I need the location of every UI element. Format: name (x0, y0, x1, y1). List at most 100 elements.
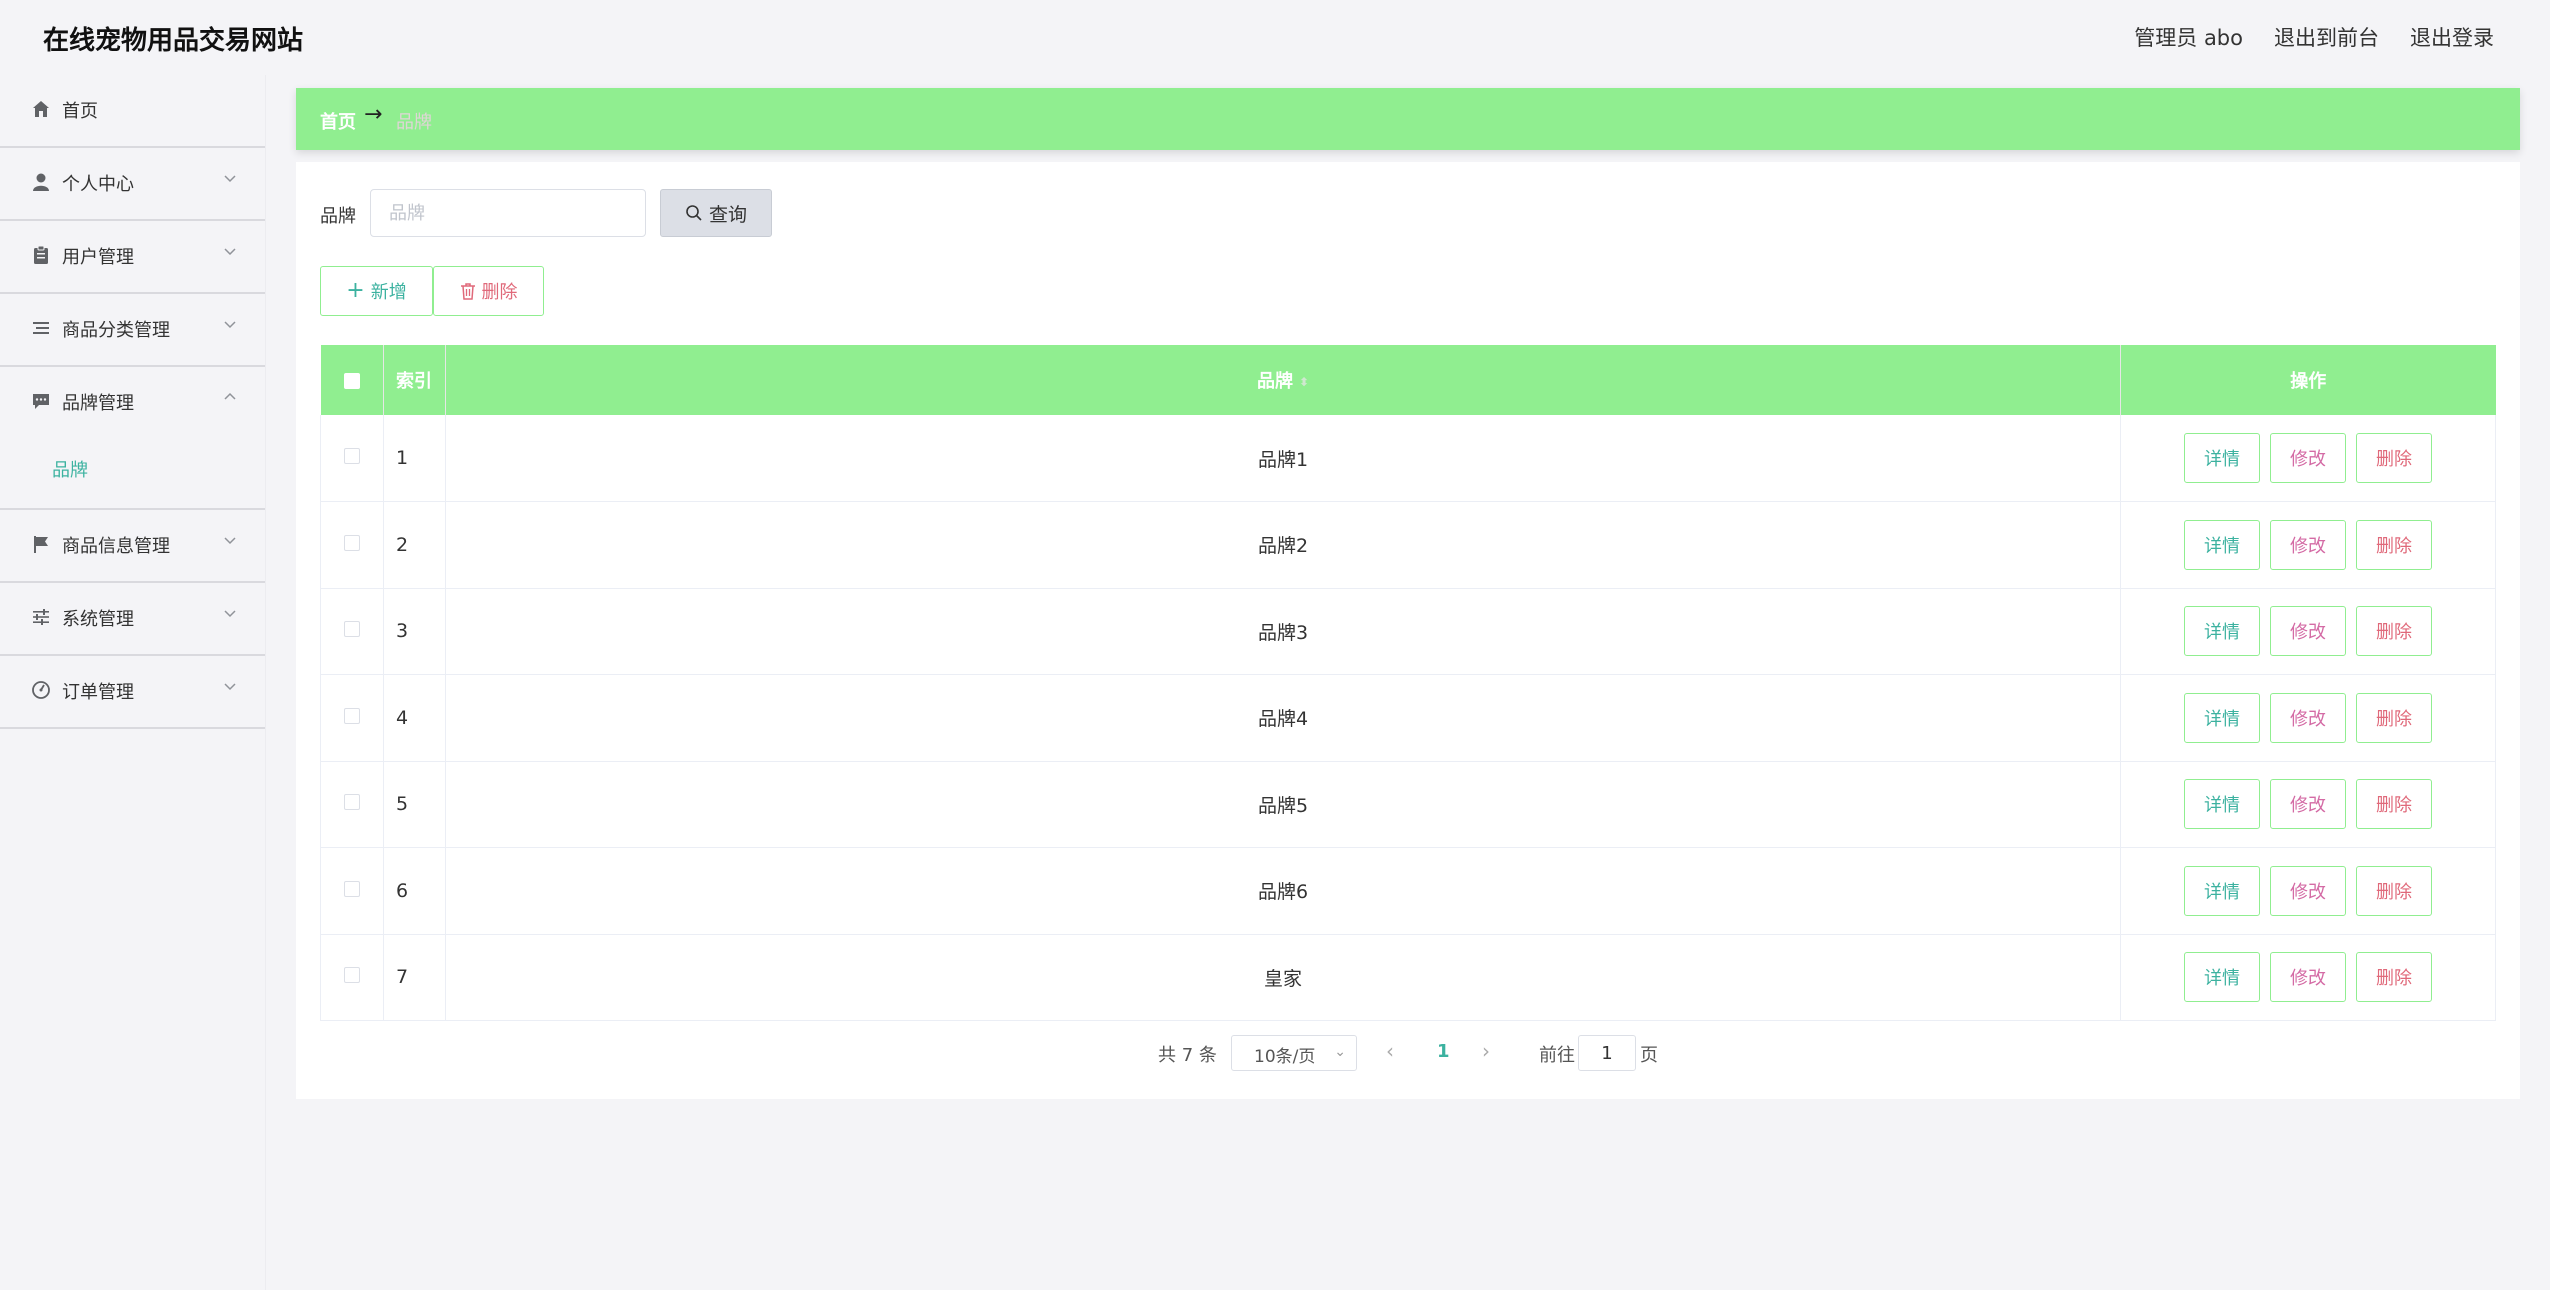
add-button-label: 新增 (370, 282, 407, 303)
sidebar-item-label: 商品分类管理 (62, 320, 170, 341)
row-ops: 详情 修改 删除 (2120, 761, 2496, 848)
page-suffix: 页 (1640, 1045, 1658, 1066)
sidebar-item-label: 订单管理 (62, 682, 134, 703)
sidebar-item-order-management[interactable]: 订单管理 (0, 656, 265, 729)
breadcrumb-current: 品牌 (396, 112, 432, 133)
sidebar-item-personal-center[interactable]: 个人中心 (0, 148, 265, 221)
chat-icon (33, 394, 49, 409)
row-brand: 品牌2 (445, 501, 2121, 588)
sidebar-item-system-management[interactable]: 系统管理 (0, 583, 265, 656)
row-ops: 详情 修改 删除 (2120, 588, 2496, 675)
detail-button[interactable]: 详情 (2184, 952, 2260, 1003)
row-select-cell (320, 415, 384, 502)
flag-icon (34, 536, 48, 553)
row-index: 6 (383, 847, 446, 934)
row-delete-button[interactable]: 删除 (2356, 692, 2432, 743)
sidebar-item-user-management[interactable]: 用户管理 (0, 221, 265, 294)
row-index: 1 (383, 415, 446, 502)
sort-caret-icon[interactable]: ⬍ (1299, 375, 1309, 389)
page-size-select[interactable]: 10条/页 ⌄ (1231, 1035, 1357, 1071)
table-row: 5 品牌5 详情 修改 删除 (320, 761, 2496, 848)
next-page-button[interactable]: › (1482, 1039, 1490, 1063)
sidebar-item-category-management[interactable]: 商品分类管理 (0, 294, 265, 367)
row-brand: 品牌1 (445, 415, 2121, 502)
chevron-up-icon (224, 392, 236, 400)
row-delete-button[interactable]: 删除 (2356, 519, 2432, 570)
sidebar-item-label: 商品信息管理 (62, 536, 170, 557)
logout-link[interactable]: 退出登录 (2410, 22, 2494, 52)
pagination-total: 共 7 条 (1158, 1045, 1217, 1066)
row-select-cell (320, 501, 384, 588)
sidebar-subitem-brand[interactable]: 品牌 (52, 456, 88, 482)
edit-button[interactable]: 修改 (2270, 865, 2346, 916)
chevron-down-icon (224, 537, 236, 545)
row-brand: 皇家 (445, 934, 2121, 1021)
page-size-value: 10条/页 (1254, 1047, 1316, 1067)
row-checkbox[interactable] (344, 621, 360, 638)
header-index: 索引 (383, 345, 446, 415)
sidebar-item-product-info-management[interactable]: 商品信息管理 (0, 510, 265, 583)
sidebar-item-home[interactable]: 首页 (0, 75, 265, 148)
delete-button-label: 删除 (481, 282, 518, 303)
page-number-1[interactable]: 1 (1437, 1041, 1450, 1062)
exit-to-front-link[interactable]: 退出到前台 (2274, 22, 2379, 52)
row-checkbox[interactable] (344, 534, 360, 551)
batch-delete-button[interactable]: 删除 (433, 266, 544, 316)
detail-button[interactable]: 详情 (2184, 779, 2260, 830)
sliders-icon (33, 609, 49, 625)
row-index: 7 (383, 934, 446, 1021)
chevron-down-icon (224, 321, 236, 329)
row-checkbox[interactable] (344, 794, 360, 811)
row-checkbox[interactable] (344, 967, 360, 984)
edit-button[interactable]: 修改 (2270, 433, 2346, 483)
edit-button[interactable]: 修改 (2270, 952, 2346, 1003)
table-row: 4 品牌4 详情 修改 删除 (320, 674, 2496, 761)
search-label: 品牌 (320, 206, 356, 227)
detail-button[interactable]: 详情 (2184, 606, 2260, 657)
chevron-down-icon (224, 175, 236, 183)
row-select-cell (320, 847, 384, 934)
goto-page-input[interactable] (1578, 1035, 1636, 1071)
row-brand: 品牌3 (445, 588, 2121, 675)
edit-button[interactable]: 修改 (2270, 692, 2346, 743)
chevron-down-icon (224, 610, 236, 618)
sidebar-item-brand-management[interactable]: 品牌管理 (0, 367, 265, 438)
row-delete-button[interactable]: 删除 (2356, 606, 2432, 657)
select-all-checkbox[interactable] (343, 372, 360, 389)
header-brand[interactable]: 品牌 ⬍ (445, 345, 2121, 415)
edit-button[interactable]: 修改 (2270, 519, 2346, 570)
add-button[interactable]: + 新增 (320, 266, 433, 316)
prev-page-button[interactable]: ‹ (1386, 1039, 1394, 1063)
select-all-cell (320, 345, 384, 415)
row-delete-button[interactable]: 删除 (2356, 779, 2432, 830)
row-delete-button[interactable]: 删除 (2356, 865, 2432, 916)
brand-search-input[interactable] (370, 189, 646, 237)
row-checkbox[interactable] (344, 880, 360, 897)
edit-button[interactable]: 修改 (2270, 606, 2346, 657)
row-checkbox[interactable] (344, 707, 360, 724)
row-select-cell (320, 761, 384, 848)
detail-button[interactable]: 详情 (2184, 519, 2260, 570)
breadcrumb-home-link[interactable]: 首页 (320, 108, 356, 134)
site-title: 在线宠物用品交易网站 (43, 26, 304, 56)
clipboard-icon (34, 245, 48, 264)
row-delete-button[interactable]: 删除 (2356, 952, 2432, 1003)
table-row: 1 品牌1 详情 修改 删除 (320, 415, 2496, 502)
row-delete-button[interactable]: 删除 (2356, 433, 2432, 483)
row-index: 5 (383, 761, 446, 848)
detail-button[interactable]: 详情 (2184, 433, 2260, 483)
edit-button[interactable]: 修改 (2270, 779, 2346, 830)
detail-button[interactable]: 详情 (2184, 692, 2260, 743)
row-select-cell (320, 588, 384, 675)
row-select-cell (320, 934, 384, 1021)
table-header-row: 索引 品牌 ⬍ 操作 (320, 345, 2496, 415)
header-brand-label: 品牌 (1256, 371, 1293, 392)
row-checkbox[interactable] (344, 448, 360, 464)
chevron-down-icon (224, 248, 236, 256)
admin-user-link[interactable]: 管理员 abo (2134, 22, 2243, 52)
detail-button[interactable]: 详情 (2184, 865, 2260, 916)
brand-submenu: 品牌 (0, 438, 265, 510)
sidebar-item-label: 品牌管理 (62, 393, 134, 414)
search-button-label: 查询 (708, 203, 747, 226)
search-button[interactable]: 查询 (660, 189, 772, 237)
